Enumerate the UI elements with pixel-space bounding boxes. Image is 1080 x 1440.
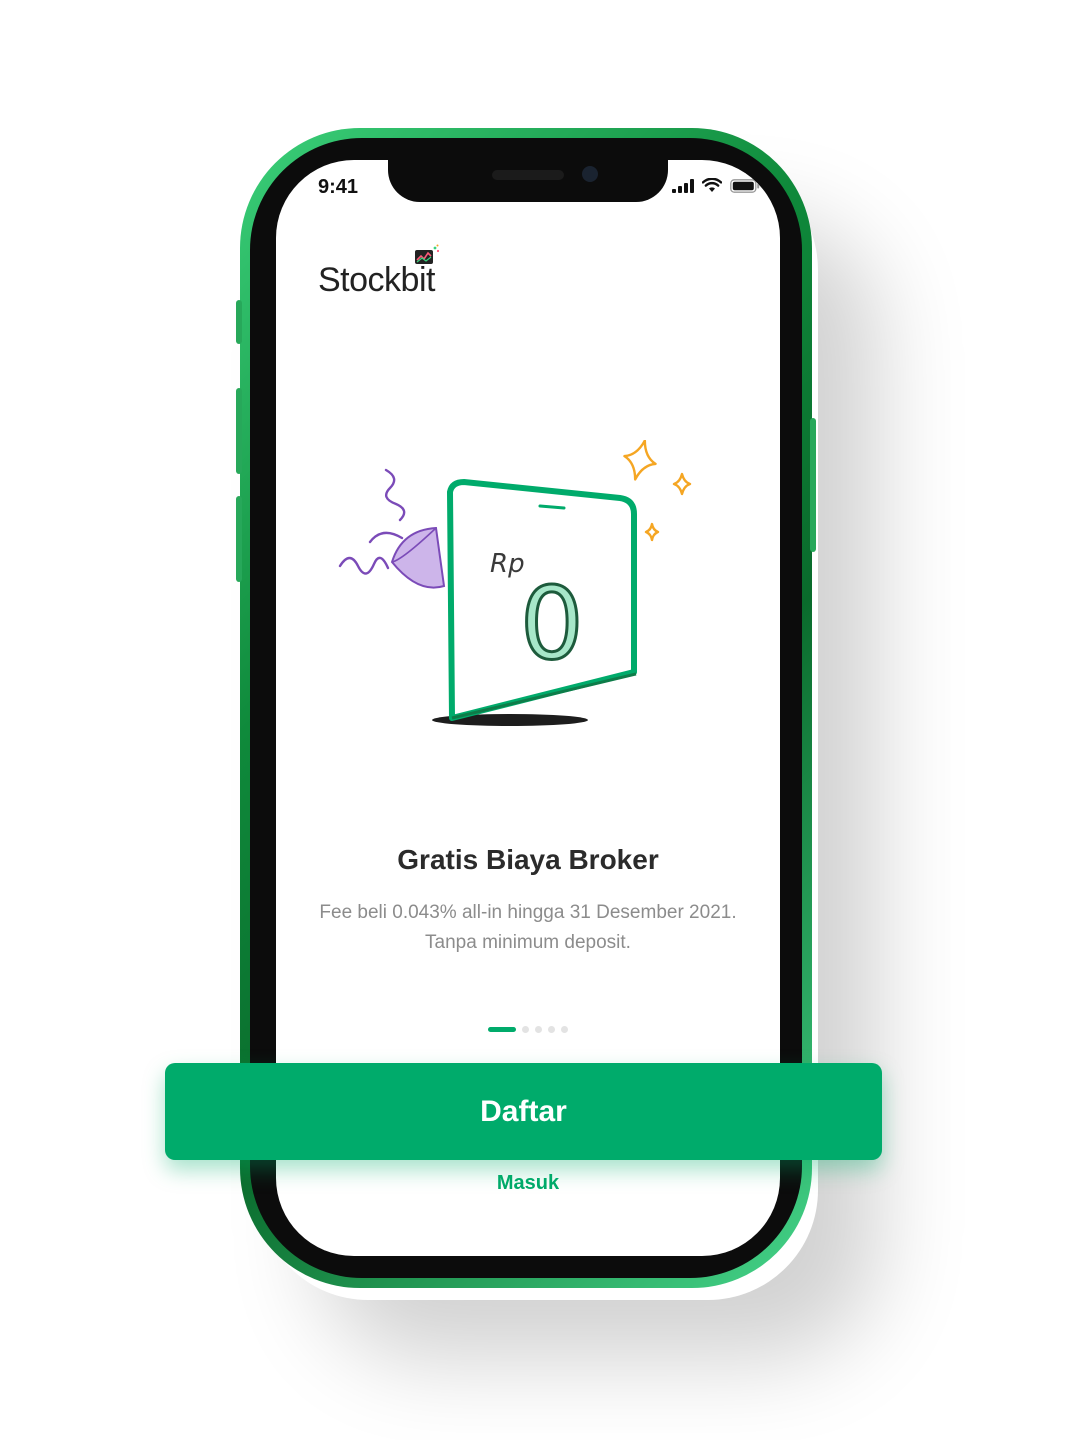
page-dot-1[interactable] bbox=[488, 1027, 516, 1032]
battery-icon bbox=[730, 179, 760, 193]
register-button[interactable]: Daftar bbox=[165, 1063, 882, 1160]
page-dot-5[interactable] bbox=[561, 1026, 568, 1033]
status-time: 9:41 bbox=[318, 176, 359, 198]
login-link[interactable]: Masuk bbox=[276, 1172, 780, 1195]
stage: 9:41 Stockbit Rp 0 Gratis Biaya Broker F… bbox=[0, 0, 1080, 1440]
onboarding-description: Fee beli 0.043% all-in hingga 31 Desembe… bbox=[319, 902, 737, 953]
status-icons bbox=[672, 178, 760, 193]
stockbit-logo: Stockbit bbox=[318, 244, 441, 300]
page-dot-4[interactable] bbox=[548, 1026, 555, 1033]
party-popper-icon bbox=[338, 468, 446, 589]
notch bbox=[388, 160, 668, 202]
power-button bbox=[810, 418, 816, 552]
illustration-amount: 0 bbox=[520, 565, 584, 682]
page-dot-3[interactable] bbox=[535, 1026, 542, 1033]
page-indicator bbox=[276, 1026, 780, 1033]
volume-up-button bbox=[236, 388, 242, 474]
rp-zero-card: Rp 0 bbox=[447, 479, 637, 721]
stockbit-logo-icon bbox=[414, 244, 440, 264]
page-dot-2[interactable] bbox=[522, 1026, 529, 1033]
wifi-icon bbox=[702, 178, 722, 192]
speaker bbox=[492, 170, 564, 180]
volume-down-button bbox=[236, 496, 242, 582]
onboarding-title: Gratis Biaya Broker bbox=[397, 844, 659, 875]
mute-switch bbox=[236, 300, 242, 344]
cellular-signal-icon bbox=[672, 179, 694, 193]
front-camera bbox=[582, 166, 598, 182]
free-fee-illustration: Rp 0 bbox=[338, 440, 692, 726]
